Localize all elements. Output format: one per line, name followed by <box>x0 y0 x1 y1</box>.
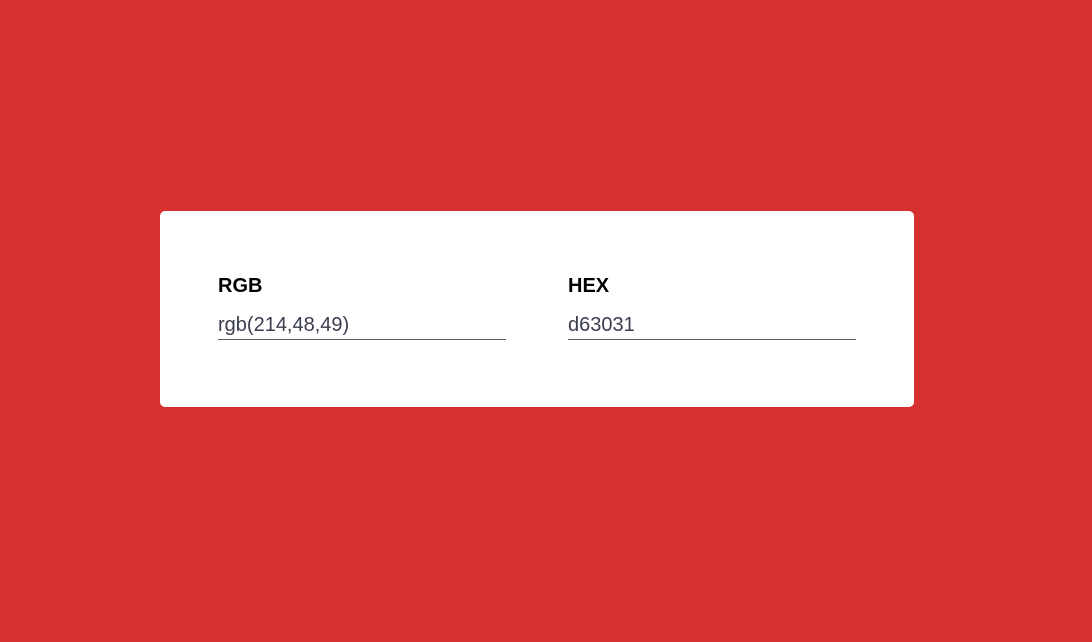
page-background: { "colors": { "background": "#d63031", "… <box>0 0 1092 642</box>
rgb-label: RGB <box>218 275 263 297</box>
rgb-field-group: RGB <box>218 275 506 340</box>
hex-field-group: HEX <box>568 275 856 340</box>
hex-label: HEX <box>568 275 610 297</box>
hex-input[interactable] <box>568 313 856 340</box>
rgb-input[interactable] <box>218 313 506 340</box>
converter-card: RGB HEX <box>160 211 914 407</box>
